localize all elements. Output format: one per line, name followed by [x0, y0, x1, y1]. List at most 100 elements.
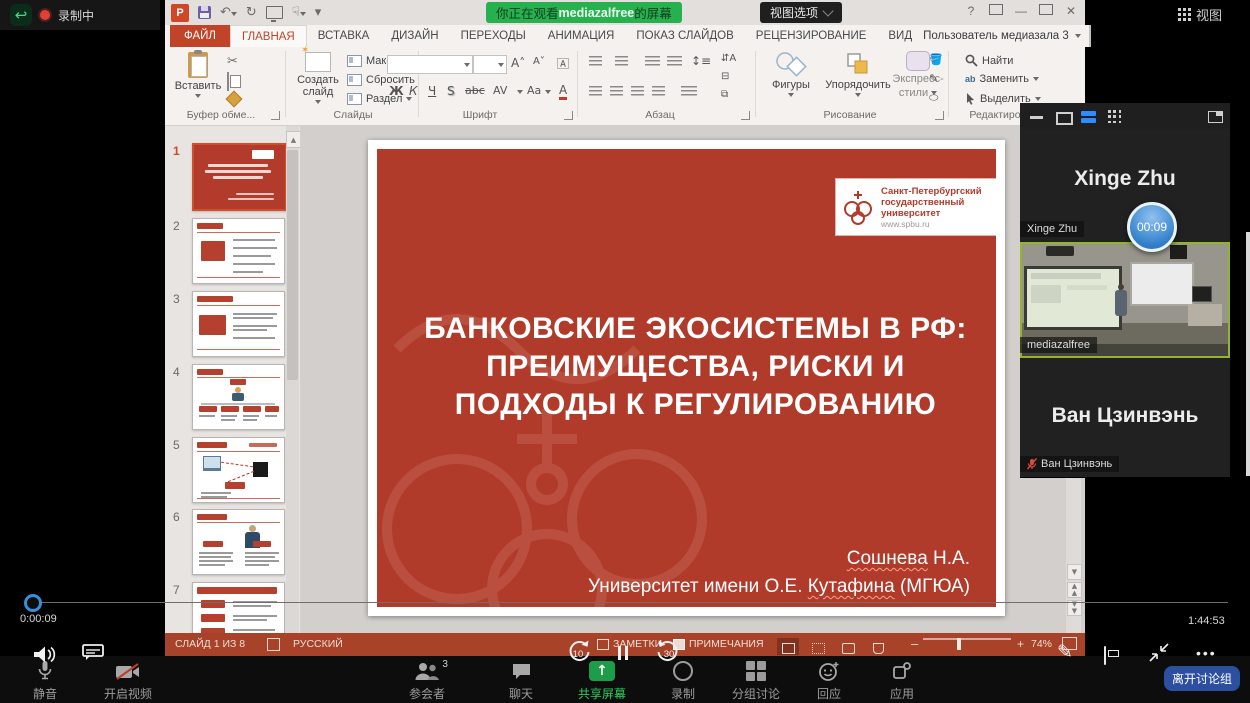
playback-timeline[interactable] — [33, 602, 1228, 603]
rewind-10-button[interactable]: 10 — [566, 638, 592, 669]
paragraph-dialog-launcher[interactable] — [741, 111, 750, 120]
tab-insert[interactable]: ВСТАВКА — [307, 25, 381, 47]
underline-button[interactable]: Ч — [428, 84, 436, 98]
reactions-button[interactable]: 回应 — [817, 661, 841, 702]
convert-smartart-icon[interactable]: ⧉ — [721, 89, 728, 100]
tab-review[interactable]: РЕЦЕНЗИРОВАНИЕ — [745, 25, 878, 47]
start-video-button[interactable]: 开启视频 — [104, 661, 152, 702]
help-button[interactable]: ? — [965, 4, 977, 18]
slide-canvas[interactable]: Санкт-Петербургский государственный унив… — [368, 140, 1005, 616]
slide-thumbnail-1[interactable] — [192, 143, 287, 211]
slide-thumbnail-5[interactable] — [192, 437, 285, 503]
font-size-select[interactable] — [473, 55, 507, 74]
participant-tile-xinge-zhu[interactable]: Xinge Zhu Xinge Zhu — [1020, 129, 1230, 243]
thumbnail-scrollbar[interactable]: ▲ — [286, 126, 299, 633]
touch-mode-icon[interactable]: ☟ — [292, 6, 306, 19]
clear-formatting-icon[interactable]: 🄰 — [557, 55, 569, 72]
scroll-down-icon[interactable]: ▼ — [1067, 564, 1082, 580]
gallery-view-icon[interactable] — [1108, 110, 1122, 124]
apps-button[interactable]: 应用 — [890, 661, 914, 702]
strikethrough-button[interactable]: abc — [465, 84, 485, 97]
leave-breakout-button[interactable]: 离开讨论组 — [1164, 666, 1240, 691]
bullets-icon[interactable] — [589, 56, 602, 66]
thumbnail-scroll-up-icon[interactable]: ▲ — [286, 131, 301, 148]
shrink-font-icon[interactable]: A˅ — [533, 56, 545, 67]
chat-button[interactable]: 聊天 — [509, 661, 533, 702]
participants-button[interactable]: 3 参会者 — [409, 661, 445, 702]
customize-qat-icon[interactable]: ▾ — [315, 6, 322, 19]
exit-fullscreen-icon[interactable] — [1148, 643, 1170, 667]
close-button[interactable]: ✕ — [1065, 4, 1077, 18]
ribbon-display-button[interactable] — [989, 4, 1003, 15]
reading-view-button[interactable] — [837, 638, 859, 655]
align-text-icon[interactable]: ⊟ — [721, 71, 729, 82]
tab-home[interactable]: ГЛАВНАЯ — [230, 25, 307, 47]
slide-thumbnail-3[interactable] — [192, 291, 285, 357]
start-slideshow-icon[interactable] — [266, 6, 283, 19]
paste-button[interactable]: Вставить — [175, 52, 221, 98]
account-menu[interactable]: Пользователь медиазала 3 — [923, 25, 1089, 47]
zoom-slider-thumb[interactable] — [957, 638, 961, 650]
font-dialog-launcher[interactable] — [564, 111, 573, 120]
cut-icon[interactable]: ✂ — [227, 55, 238, 68]
undo-icon[interactable]: ↶ — [220, 6, 237, 19]
bold-button[interactable]: Ж — [389, 84, 404, 98]
speaker-view-icon[interactable] — [1056, 112, 1073, 125]
shapes-button[interactable]: Фигуры — [765, 51, 817, 97]
justify-icon[interactable] — [652, 86, 665, 96]
slide-sorter-view-button[interactable] — [807, 638, 829, 655]
language-indicator[interactable]: РУССКИЙ — [293, 638, 343, 650]
align-center-icon[interactable] — [610, 86, 623, 96]
shape-fill-icon[interactable]: 🪣 — [929, 53, 943, 66]
pause-button[interactable] — [618, 646, 628, 660]
playback-scrubber[interactable] — [24, 594, 42, 612]
slide-thumbnail-6[interactable] — [192, 509, 285, 575]
increase-indent-icon[interactable] — [667, 56, 682, 66]
text-direction-icon[interactable]: ⇵A — [721, 53, 736, 64]
subtitle-chat-icon[interactable] — [82, 644, 104, 666]
touch-mode-dropdown-icon[interactable] — [300, 12, 306, 16]
comments-button[interactable]: ПРИМЕЧАНИЯ — [689, 638, 764, 650]
undo-dropdown-icon[interactable] — [231, 12, 237, 16]
grow-font-icon[interactable]: A˄ — [511, 56, 525, 70]
stacked-view-icon[interactable] — [1081, 111, 1096, 116]
tab-transitions[interactable]: ПЕРЕХОДЫ — [450, 25, 537, 47]
font-name-select[interactable] — [387, 55, 473, 74]
breakout-rooms-button[interactable]: 分组讨论 — [732, 661, 780, 702]
slide-thumbnail-2[interactable] — [192, 218, 285, 284]
redo-icon[interactable]: ↻ — [246, 6, 257, 19]
change-case-button[interactable]: Aa — [527, 84, 541, 97]
replace-button[interactable]: ab Заменить — [965, 73, 1039, 85]
tab-view[interactable]: ВИД — [877, 25, 923, 47]
stacked-view-icon2[interactable] — [1081, 118, 1096, 123]
recorder-app-icon[interactable]: ↩ — [10, 4, 32, 26]
font-color-button[interactable]: А — [559, 83, 567, 100]
zoom-in-button[interactable]: + — [1017, 637, 1024, 651]
new-slide-button[interactable]: Создать слайд — [293, 52, 343, 104]
shape-outline-icon[interactable]: ✎ — [929, 72, 938, 85]
character-spacing-dropdown-icon[interactable] — [517, 90, 523, 94]
align-right-icon[interactable] — [631, 86, 644, 96]
tab-file[interactable]: ФАЙЛ — [170, 25, 230, 47]
view-options-button[interactable]: 视图选项 — [760, 2, 842, 23]
tab-animations[interactable]: АНИМАЦИЯ — [537, 25, 626, 47]
thumbnail-scrollbar-thumb[interactable] — [287, 150, 298, 380]
view-mode-button[interactable]: 视图 — [1178, 5, 1222, 24]
italic-button[interactable]: К — [409, 84, 418, 98]
panel-minimize-icon[interactable] — [1030, 116, 1043, 119]
forward-30-button[interactable]: 30 — [655, 638, 681, 669]
columns-icon[interactable] — [681, 86, 697, 96]
arrange-button[interactable]: Упорядочить — [821, 51, 895, 97]
zoom-out-button[interactable]: – — [911, 636, 918, 651]
line-spacing-icon[interactable]: ↕≡ — [691, 54, 711, 68]
copy-icon[interactable] — [227, 72, 229, 91]
slideshow-view-button[interactable] — [867, 638, 889, 655]
clipboard-dialog-launcher[interactable] — [271, 111, 280, 120]
remote-control-icon[interactable] — [1104, 646, 1106, 665]
reset-button[interactable]: Сбросить — [347, 74, 415, 86]
volume-icon[interactable] — [33, 645, 58, 669]
previous-slide-icon[interactable]: ▲▲ — [1067, 582, 1082, 598]
slide-thumbnail-4[interactable] — [192, 364, 285, 430]
find-button[interactable]: Найти — [965, 54, 1013, 67]
drawing-dialog-launcher[interactable] — [935, 111, 944, 120]
